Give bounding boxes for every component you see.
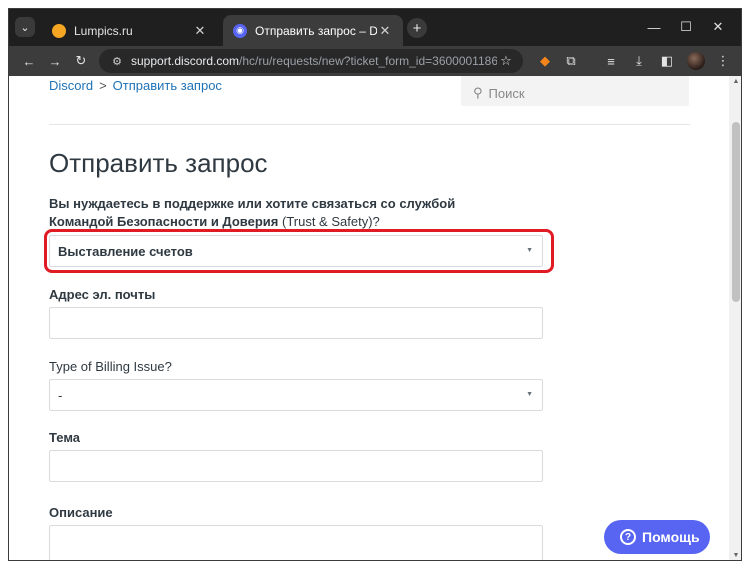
new-tab-button[interactable]: + (407, 18, 427, 38)
subject-label: Тема (49, 430, 81, 445)
tab-title: Lumpics.ru (74, 23, 133, 38)
close-icon: ✕ (712, 19, 724, 34)
tab-title: Отправить запрос – Discord (255, 23, 377, 38)
arrow-left-icon: ← (22, 53, 36, 69)
email-label: Адрес эл. почты (49, 287, 156, 302)
menu-kebab-icon[interactable]: ⋮ (713, 51, 733, 71)
reload-button[interactable]: ↻ (71, 51, 91, 71)
metamask-extension-icon[interactable]: ◆ (535, 51, 555, 71)
forward-button[interactable]: → (45, 51, 65, 71)
back-button[interactable]: ← (19, 51, 39, 71)
url-text[interactable]: support.discord.com/hc/ru/requests/new?t… (131, 54, 497, 68)
lumpics-icon (52, 23, 66, 38)
browser-toolbar: ← → ↻ ⚙ support.discord.com/hc/ru/reques… (9, 46, 741, 76)
maximize-button[interactable]: ☐ (675, 17, 697, 37)
site-info-icon[interactable]: ⚙ (109, 53, 125, 69)
profile-avatar[interactable] (687, 52, 705, 70)
reading-list-icon[interactable]: ≡ (601, 51, 621, 71)
tab-discord[interactable]: ◉ Отправить запрос – Discord ✕ (223, 15, 403, 46)
question-icon: ? (620, 529, 636, 545)
billing-issue-select[interactable]: - ▼ (49, 379, 543, 411)
tab-search-button[interactable]: ⌄ (15, 17, 35, 37)
description-label: Описание (49, 505, 113, 520)
breadcrumb-separator: > (99, 78, 107, 93)
email-field[interactable] (49, 307, 543, 339)
help-button[interactable]: ? Помощь (604, 520, 710, 554)
reload-icon: ↻ (75, 53, 87, 68)
bookmark-star-icon[interactable]: ☆ (497, 52, 515, 70)
help-button-label: Помощь (642, 529, 700, 545)
scroll-down-icon[interactable]: ▼ (732, 552, 740, 560)
header-divider (49, 124, 690, 125)
page-viewport: Discord > Отправить запрос ⚲ Поиск Отправи… (9, 76, 741, 560)
maximize-icon: ☐ (680, 19, 692, 34)
minimize-icon: — (647, 19, 661, 35)
billing-issue-value: - (58, 387, 63, 403)
chevron-down-icon: ⌄ (20, 21, 30, 34)
search-icon: ⚲ (473, 85, 483, 100)
minimize-button[interactable]: — (643, 17, 665, 37)
close-window-button[interactable]: ✕ (707, 17, 729, 37)
plus-icon: + (412, 19, 422, 37)
question-label: Вы нуждаетесь в поддержке или хотите свя… (49, 196, 456, 229)
address-bar[interactable]: ⚙ support.discord.com/hc/ru/requests/new… (99, 49, 523, 73)
browser-window: ⌄ Lumpics.ru ✕ ◉ Отправить запрос – Disc… (8, 8, 742, 561)
caret-down-icon: ▼ (526, 391, 533, 398)
close-icon[interactable]: ✕ (377, 23, 393, 39)
arrow-right-icon: → (48, 53, 62, 69)
page-scrollbar[interactable]: ▲ ▼ (729, 76, 741, 560)
description-field[interactable] (49, 525, 543, 560)
annotation-highlight (44, 229, 554, 273)
search-input[interactable]: ⚲ Поиск (461, 76, 689, 106)
subject-field[interactable] (49, 450, 543, 482)
breadcrumb-home-link[interactable]: Discord (49, 78, 93, 93)
download-icon[interactable]: ⤓ (629, 51, 649, 71)
side-panel-icon[interactable]: ◧ (657, 51, 677, 71)
scrollbar-thumb[interactable] (732, 122, 740, 302)
close-icon[interactable]: ✕ (192, 23, 208, 39)
tab-strip: ⌄ Lumpics.ru ✕ ◉ Отправить запрос – Disc… (9, 9, 741, 46)
billing-issue-label: Type of Billing Issue? (49, 359, 172, 374)
page-title: Отправить запрос (49, 148, 268, 178)
breadcrumb-current-link[interactable]: Отправить запрос (113, 78, 222, 93)
discord-icon: ◉ (233, 23, 247, 38)
search-placeholder: Поиск (488, 85, 525, 101)
scroll-up-icon[interactable]: ▲ (732, 78, 740, 86)
extensions-icon[interactable]: ⧉ (561, 51, 581, 71)
breadcrumb: Discord > Отправить запрос (49, 78, 222, 93)
tab-lumpics[interactable]: Lumpics.ru ✕ (42, 15, 218, 46)
